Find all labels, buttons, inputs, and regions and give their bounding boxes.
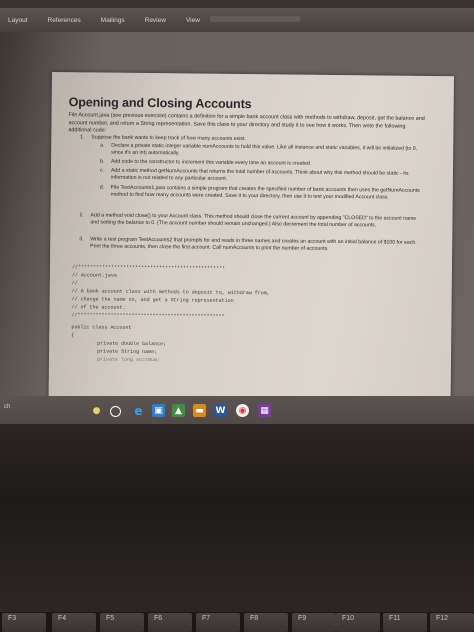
chrome-icon[interactable]: ◉ bbox=[236, 404, 249, 417]
list-item-number: d. bbox=[99, 184, 105, 191]
store-icon[interactable]: ▣ bbox=[152, 404, 165, 417]
windows-taskbar: ● e ▣ ▲ ▬ W ◉ ▦ bbox=[0, 396, 474, 424]
word-ribbon: Layout References Mailings Review View bbox=[0, 8, 474, 32]
list-item-text: Write a test program TestAccounts2 that … bbox=[90, 236, 417, 253]
list-item-text: Add a method void close() to your Accoun… bbox=[90, 212, 417, 229]
photos-icon[interactable]: ▲ bbox=[172, 404, 185, 417]
code-line: private double balance; bbox=[97, 340, 167, 348]
word-icon[interactable]: W bbox=[214, 404, 227, 417]
list-item: c. Add a static method getNumAccounts th… bbox=[100, 167, 423, 186]
document-area[interactable]: Opening and Closing Accounts File Accoun… bbox=[0, 32, 474, 437]
list-item-text: Add code to the constructor to increment… bbox=[111, 158, 312, 167]
code-line: // of the account. bbox=[71, 304, 126, 311]
screen-bezel-top bbox=[0, 0, 474, 8]
code-line: // Account.java bbox=[71, 272, 117, 279]
f6-key[interactable]: F6 bbox=[148, 613, 192, 632]
tab-view[interactable]: View bbox=[186, 17, 200, 24]
tab-mailings[interactable]: Mailings bbox=[101, 17, 125, 24]
list-item-number: c. bbox=[99, 167, 105, 174]
f4-key[interactable]: F4 bbox=[52, 613, 96, 632]
list-item: 2. Add a method void close() to your Acc… bbox=[79, 212, 420, 230]
tab-references[interactable]: References bbox=[48, 17, 81, 24]
laptop-bezel bbox=[0, 424, 474, 612]
code-line: //**************************************… bbox=[71, 312, 225, 320]
code-line: private String name; bbox=[97, 348, 158, 356]
f12-key[interactable]: F12 bbox=[430, 613, 474, 632]
list-item-number: 1. bbox=[80, 134, 85, 141]
f10-key[interactable]: F10 bbox=[336, 613, 380, 632]
f5-key[interactable]: F5 bbox=[100, 613, 144, 632]
list-item-text: Add a static method getNumAccounts that … bbox=[110, 167, 409, 183]
list-item-number: 2. bbox=[79, 212, 84, 219]
list-item-number: b. bbox=[100, 158, 105, 165]
code-line: public class Account bbox=[71, 324, 132, 331]
taskbar-side-label: ch bbox=[4, 404, 11, 410]
code-line: private long acctNum; bbox=[96, 356, 161, 364]
f7-key[interactable]: F7 bbox=[196, 613, 240, 632]
tab-layout[interactable]: Layout bbox=[8, 17, 28, 24]
ribbon-blur bbox=[210, 16, 300, 22]
edge-browser-icon[interactable]: e bbox=[132, 404, 145, 418]
list-item-text: Declare a private static integer variabl… bbox=[111, 142, 418, 157]
cortana-icon[interactable] bbox=[110, 406, 121, 417]
document-title: Opening and Closing Accounts bbox=[68, 95, 252, 112]
f8-key[interactable]: F8 bbox=[244, 613, 288, 632]
file-explorer-icon[interactable]: ▬ bbox=[193, 404, 206, 417]
list-item-number: a. bbox=[100, 142, 105, 149]
list-item: d. File TestAccounts1.java contains a si… bbox=[100, 184, 423, 203]
app-icon[interactable]: ▦ bbox=[258, 404, 271, 417]
list-item: a. Declare a private static integer vari… bbox=[100, 142, 423, 161]
f3-key[interactable]: F3 bbox=[2, 613, 46, 632]
list-item-text: Suppose the bank wants to keep track of … bbox=[91, 134, 246, 143]
list-item-text: File TestAccounts1.java contains a simpl… bbox=[110, 184, 420, 201]
code-line: { bbox=[71, 332, 75, 339]
mic-icon[interactable]: ● bbox=[90, 404, 103, 417]
code-line: // bbox=[71, 280, 78, 287]
list-item-number: 3. bbox=[79, 236, 84, 243]
document-page[interactable]: Opening and Closing Accounts File Accoun… bbox=[48, 72, 454, 437]
tab-review[interactable]: Review bbox=[145, 17, 166, 24]
list-item: 3. Write a test program TestAccounts2 th… bbox=[79, 236, 420, 254]
f9-key[interactable]: F9 bbox=[292, 613, 336, 632]
f11-key[interactable]: F11 bbox=[383, 613, 427, 632]
